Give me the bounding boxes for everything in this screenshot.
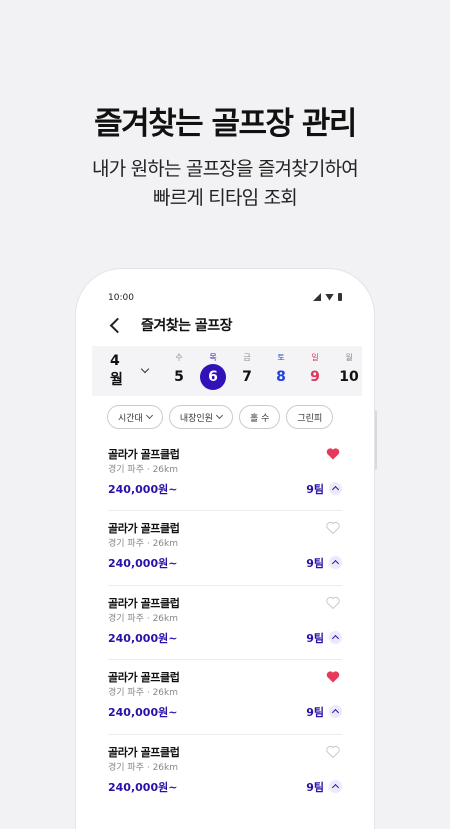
day-item[interactable]: 토8: [264, 352, 298, 390]
day-of-week: 토: [277, 353, 285, 362]
phone-mockup: 10:00 즐겨찾는 골프장 4월 수 5 목 6 금 7 토 8 일 9 월 10 시간대 내장인원 홀…: [76, 269, 374, 829]
phone-side-button: [374, 410, 377, 470]
course-location: 경기 파주 · 26km: [108, 762, 178, 773]
day-number: 6: [200, 364, 226, 390]
battery-icon: [338, 293, 342, 301]
course-location: 경기 파주 · 26km: [108, 688, 178, 699]
filter-chip[interactable]: 시간대: [107, 405, 163, 429]
filter-chip-label: 홀 수: [249, 413, 270, 424]
day-number: 10: [339, 369, 359, 385]
wifi-icon: [325, 293, 334, 301]
day-of-week: 목: [209, 353, 217, 362]
course-name: 골라가 골프클럽: [108, 448, 180, 461]
signal-icon: [313, 293, 321, 301]
course-name: 골라가 골프클럽: [108, 522, 180, 536]
chevron-up-icon[interactable]: [329, 556, 342, 570]
day-list: 수 5 목 6 금 7 토 8 일 9 월 10: [162, 352, 366, 390]
promo-subline-2: 빠르게 티타임 조회: [153, 187, 298, 209]
filter-chip-label: 그린피: [297, 413, 323, 424]
day-number: 9: [310, 369, 320, 385]
promo-headline: 즐겨찾는 골프장 관리: [94, 106, 357, 142]
course-location: 경기 파주 · 26km: [108, 465, 178, 475]
filter-chip[interactable]: 홀 수: [238, 405, 281, 429]
status-icons: [313, 293, 342, 301]
page-title: 즐겨찾는 골프장: [141, 318, 233, 334]
day-number: 5: [174, 369, 184, 385]
status-time: 10:00: [108, 293, 134, 303]
available-teams: 9팀: [306, 483, 324, 496]
chevron-up-icon[interactable]: [329, 630, 342, 644]
course-price: 240,000원~: [108, 780, 178, 794]
filter-bar: 시간대 내장인원 홀 수 그린피: [107, 405, 334, 429]
course-name: 골라가 골프클럽: [108, 745, 180, 759]
course-list-item[interactable]: 골라가 골프클럽경기 파주 · 26km 240,000원~ 9팀: [108, 586, 342, 661]
chevron-down-icon: [145, 411, 153, 420]
available-teams: 9팀: [306, 706, 324, 720]
filter-chip-label: 시간대: [118, 413, 143, 424]
day-number: 7: [242, 369, 252, 385]
course-list-item[interactable]: 골라가 골프클럽경기 파주 · 26km 240,000원~ 9팀: [108, 437, 342, 512]
course-name: 골라가 골프클럽: [108, 671, 180, 685]
filter-chip[interactable]: 내장인원: [168, 405, 233, 429]
course-price: 240,000원~: [108, 483, 178, 496]
chevron-down-icon[interactable]: [140, 364, 150, 374]
heart-icon[interactable]: [326, 670, 340, 683]
heart-icon[interactable]: [326, 596, 340, 609]
course-price: 240,000원~: [108, 706, 178, 720]
day-of-week: 수: [175, 353, 183, 362]
available-teams: 9팀: [306, 557, 324, 571]
promo-subline-1: 내가 원하는 골프장을 즐겨찾기하여: [92, 158, 359, 180]
date-selector: 4월 수 5 목 6 금 7 토 8 일 9 월 10: [92, 346, 362, 396]
course-price: 240,000원~: [108, 557, 178, 571]
course-list-item[interactable]: 골라가 골프클럽경기 파주 · 26km 240,000원~ 9팀: [108, 735, 342, 809]
chevron-up-icon[interactable]: [329, 482, 342, 495]
course-list: 골라가 골프클럽 경기 파주 · 26km 240,000원~ 9팀 골라가 골프클럽 경…: [108, 437, 342, 809]
filter-chip-label: 내장인원: [179, 413, 213, 424]
day-item[interactable]: 월 10: [332, 352, 366, 390]
heart-icon[interactable]: [326, 447, 340, 460]
day-item[interactable]: 금7: [230, 352, 264, 390]
month-label[interactable]: 4월: [110, 353, 132, 389]
course-name: 골라가 골프클럽: [108, 596, 180, 610]
day-item[interactable]: 목6: [196, 352, 230, 390]
heart-icon[interactable]: [326, 521, 340, 535]
day-item[interactable]: 일9: [298, 352, 332, 390]
chevron-up-icon[interactable]: [329, 779, 342, 793]
back-arrow-icon[interactable]: [109, 317, 126, 333]
course-list-item[interactable]: 골라가 골프클럽경기 파주 · 26km 240,000원~ 9팀: [108, 660, 342, 735]
chevron-up-icon[interactable]: [329, 705, 342, 719]
heart-icon[interactable]: [326, 745, 340, 758]
day-of-week: 금: [243, 353, 251, 362]
course-price: 240,000원~: [108, 631, 178, 645]
chevron-down-icon: [215, 411, 224, 420]
course-list-item[interactable]: 골라가 골프클럽경기 파주 · 26km 240,000원~ 9팀: [108, 511, 342, 586]
day-of-week: 월: [345, 353, 353, 362]
filter-chip[interactable]: 그린피: [286, 405, 334, 429]
day-item[interactable]: 수5: [162, 352, 196, 390]
day-number: 8: [276, 369, 286, 385]
day-of-week: 일: [311, 353, 319, 362]
available-teams: 9팀: [306, 780, 324, 794]
course-location: 경기 파주 · 26km: [108, 539, 178, 550]
available-teams: 9팀: [306, 631, 324, 645]
app-header: 즐겨찾는 골프장: [106, 313, 233, 337]
course-location: 경기 파주 · 26km: [108, 613, 178, 624]
